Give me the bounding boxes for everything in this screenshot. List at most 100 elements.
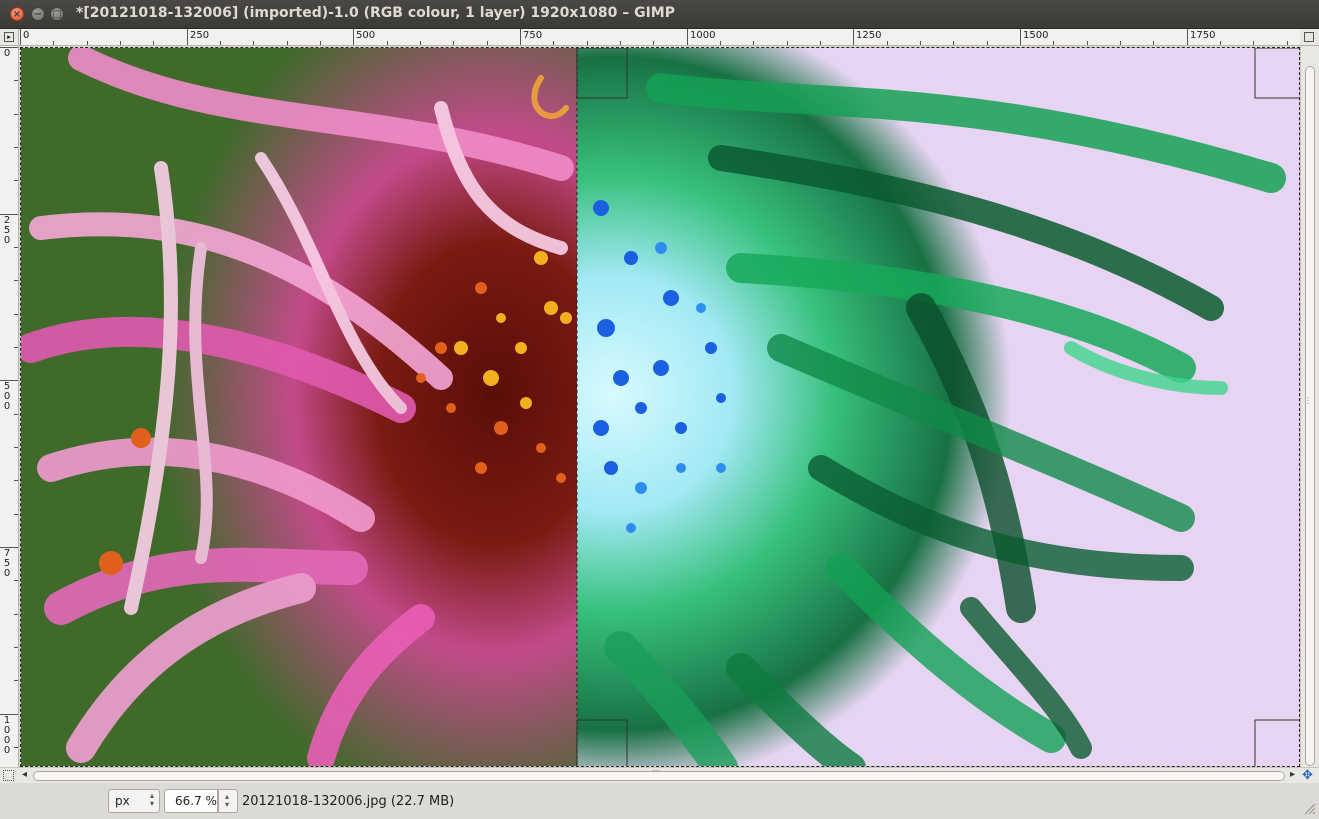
vertical-scroll-thumb[interactable] xyxy=(1305,66,1315,766)
status-bar: px ▴ ▾ 66.7 % ▴ ▾ 20121018-132006.jpg (22.… xyxy=(0,783,1319,819)
minimize-window-button[interactable]: − xyxy=(31,7,45,21)
grip-icon: ⋯ xyxy=(652,766,660,775)
ruler-label: 1750 xyxy=(1190,30,1216,41)
resize-grip-icon[interactable] xyxy=(1302,801,1316,815)
ruler-tick xyxy=(187,29,188,45)
scroll-right-icon[interactable]: ▸ xyxy=(1290,769,1295,780)
minimize-icon: − xyxy=(33,9,43,20)
ruler-label: 1250 xyxy=(856,30,882,41)
zoom-to-fit-button[interactable] xyxy=(1300,29,1319,46)
ruler-label: 500 xyxy=(356,30,376,41)
ruler-minor-tick xyxy=(320,41,321,45)
menu-arrow-icon: ▸ xyxy=(4,32,14,42)
close-window-button[interactable]: × xyxy=(10,7,24,21)
ruler-minor-tick xyxy=(14,247,18,248)
close-icon: × xyxy=(12,9,22,20)
ruler-minor-tick xyxy=(1287,41,1288,45)
ruler-minor-tick xyxy=(14,614,18,615)
image-menu-button[interactable]: ▸ xyxy=(0,29,19,46)
ruler-label: 1000 xyxy=(3,715,11,756)
ruler-minor-tick xyxy=(14,480,18,481)
original-half xyxy=(21,48,577,766)
spin-arrows-icon: ▴ ▾ xyxy=(149,791,154,808)
ruler-minor-tick xyxy=(620,41,621,45)
ruler-minor-tick xyxy=(53,41,54,45)
ruler-minor-tick xyxy=(14,680,18,681)
unit-value: px xyxy=(115,794,130,808)
ruler-minor-tick xyxy=(587,41,588,45)
ruler-label: 750 xyxy=(523,30,543,41)
ruler-minor-tick xyxy=(14,414,18,415)
zoom-input[interactable]: 66.7 % xyxy=(164,789,218,813)
vertical-scrollbar[interactable]: ⋮ xyxy=(1300,46,1319,767)
ruler-minor-tick xyxy=(820,41,821,45)
ruler-minor-tick xyxy=(387,41,388,45)
ruler-minor-tick xyxy=(14,314,18,315)
ruler-minor-tick xyxy=(14,180,18,181)
ruler-minor-tick xyxy=(120,41,121,45)
vertical-ruler[interactable]: 0 250 500 750 1000 xyxy=(0,46,19,767)
ruler-minor-tick xyxy=(553,41,554,45)
ruler-minor-tick xyxy=(14,147,18,148)
window-title: *[20121018-132006] (imported)-1.0 (RGB c… xyxy=(76,5,675,21)
ruler-minor-tick xyxy=(14,347,18,348)
ruler-minor-tick xyxy=(787,41,788,45)
quick-mask-toggle[interactable] xyxy=(3,770,14,781)
ruler-minor-tick xyxy=(14,280,18,281)
ruler-minor-tick xyxy=(487,41,488,45)
ruler-minor-tick xyxy=(253,41,254,45)
ruler-minor-tick xyxy=(453,41,454,45)
ruler-minor-tick xyxy=(14,514,18,515)
ruler-minor-tick xyxy=(1220,41,1221,45)
zoom-value: 66.7 % xyxy=(175,794,217,808)
ruler-tick xyxy=(853,29,854,45)
ruler-tick xyxy=(1020,29,1021,45)
ruler-minor-tick xyxy=(720,41,721,45)
ruler-minor-tick xyxy=(1087,41,1088,45)
unit-selector[interactable]: px ▴ ▾ xyxy=(108,789,160,813)
ruler-label: 500 xyxy=(3,381,11,412)
ruler-minor-tick xyxy=(14,747,18,748)
ruler-label: 1500 xyxy=(1023,30,1049,41)
ruler-minor-tick xyxy=(987,41,988,45)
ruler-tick xyxy=(520,29,521,45)
ruler-label: 250 xyxy=(3,215,11,246)
horizontal-ruler[interactable]: 0 250 500 750 1000 1250 1500 1750 xyxy=(19,29,1300,46)
inverted-half xyxy=(576,48,1299,766)
ruler-minor-tick xyxy=(920,41,921,45)
ruler-minor-tick xyxy=(653,41,654,45)
maximize-icon: □ xyxy=(52,9,62,20)
ruler-minor-tick xyxy=(14,447,18,448)
zoom-dropdown-button[interactable]: ▴ ▾ xyxy=(218,789,238,813)
ruler-minor-tick xyxy=(287,41,288,45)
ruler-tick xyxy=(353,29,354,45)
horizontal-scrollbar[interactable]: ◂ ⋯ ▸ ✥ xyxy=(0,766,1319,783)
ruler-minor-tick xyxy=(14,80,18,81)
grip-icon: ⋮ xyxy=(1304,396,1312,405)
ruler-minor-tick xyxy=(420,41,421,45)
ruler-minor-tick xyxy=(87,41,88,45)
ruler-minor-tick xyxy=(14,580,18,581)
ruler-minor-tick xyxy=(153,41,154,45)
ruler-minor-tick xyxy=(14,647,18,648)
ruler-label: 750 xyxy=(3,548,11,579)
ruler-tick xyxy=(1187,29,1188,45)
ruler-minor-tick xyxy=(1253,41,1254,45)
ruler-label: 0 xyxy=(23,30,30,41)
ruler-minor-tick xyxy=(953,41,954,45)
image-canvas[interactable] xyxy=(20,47,1300,767)
ruler-label: 250 xyxy=(190,30,210,41)
file-info-label: 20121018-132006.jpg (22.7 MB) xyxy=(242,794,455,809)
ruler-label: 0 xyxy=(3,48,11,59)
ruler-minor-tick xyxy=(1053,41,1054,45)
maximize-window-button[interactable]: □ xyxy=(50,7,64,21)
scroll-left-icon[interactable]: ◂ xyxy=(22,769,27,780)
ruler-minor-tick xyxy=(887,41,888,45)
navigate-icon[interactable]: ✥ xyxy=(1302,768,1313,783)
image-content xyxy=(21,48,1299,766)
ruler-label: 1000 xyxy=(690,30,716,41)
ruler-tick xyxy=(687,29,688,45)
window-titlebar: × − □ *[20121018-132006] (imported)-1.0 … xyxy=(0,0,1319,29)
ruler-minor-tick xyxy=(1120,41,1121,45)
zoom-fit-icon xyxy=(1304,32,1314,42)
